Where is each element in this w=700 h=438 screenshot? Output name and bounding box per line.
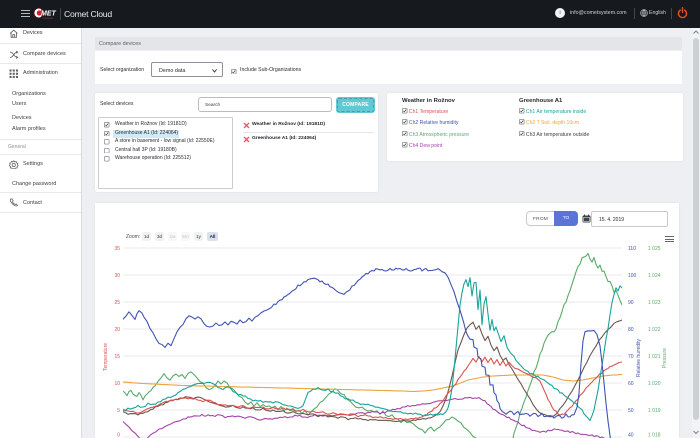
svg-text:0: 0	[117, 433, 120, 438]
svg-text:80: 80	[628, 327, 634, 333]
svg-text:1 020: 1 020	[648, 381, 661, 387]
svg-text:1 022: 1 022	[648, 327, 661, 333]
svg-text:5: 5	[117, 408, 120, 414]
svg-text:1 019: 1 019	[648, 408, 661, 414]
svg-text:30: 30	[114, 273, 120, 279]
svg-text:Temperature: Temperature	[103, 343, 109, 371]
svg-text:15: 15	[114, 354, 120, 360]
svg-text:MET: MET	[41, 11, 57, 18]
svg-text:100: 100	[628, 273, 637, 279]
svg-text:1 023: 1 023	[648, 300, 661, 306]
svg-text:1 021: 1 021	[648, 354, 661, 360]
svg-text:110: 110	[628, 246, 636, 252]
svg-text:35: 35	[114, 246, 120, 252]
svg-text:10: 10	[114, 381, 120, 387]
svg-text:50: 50	[628, 408, 634, 414]
svg-text:25: 25	[114, 300, 120, 306]
svg-text:1 025: 1 025	[648, 246, 661, 252]
svg-text:1 018: 1 018	[648, 433, 661, 438]
svg-text:90: 90	[628, 300, 634, 306]
svg-text:1 024: 1 024	[648, 273, 661, 279]
svg-text:20: 20	[114, 327, 120, 333]
svg-text:Relative humidity: Relative humidity	[636, 338, 642, 377]
svg-text:60: 60	[628, 381, 634, 387]
svg-text:70: 70	[628, 354, 634, 360]
svg-text:Pressure: Pressure	[662, 348, 668, 368]
svg-text:40: 40	[628, 433, 634, 438]
